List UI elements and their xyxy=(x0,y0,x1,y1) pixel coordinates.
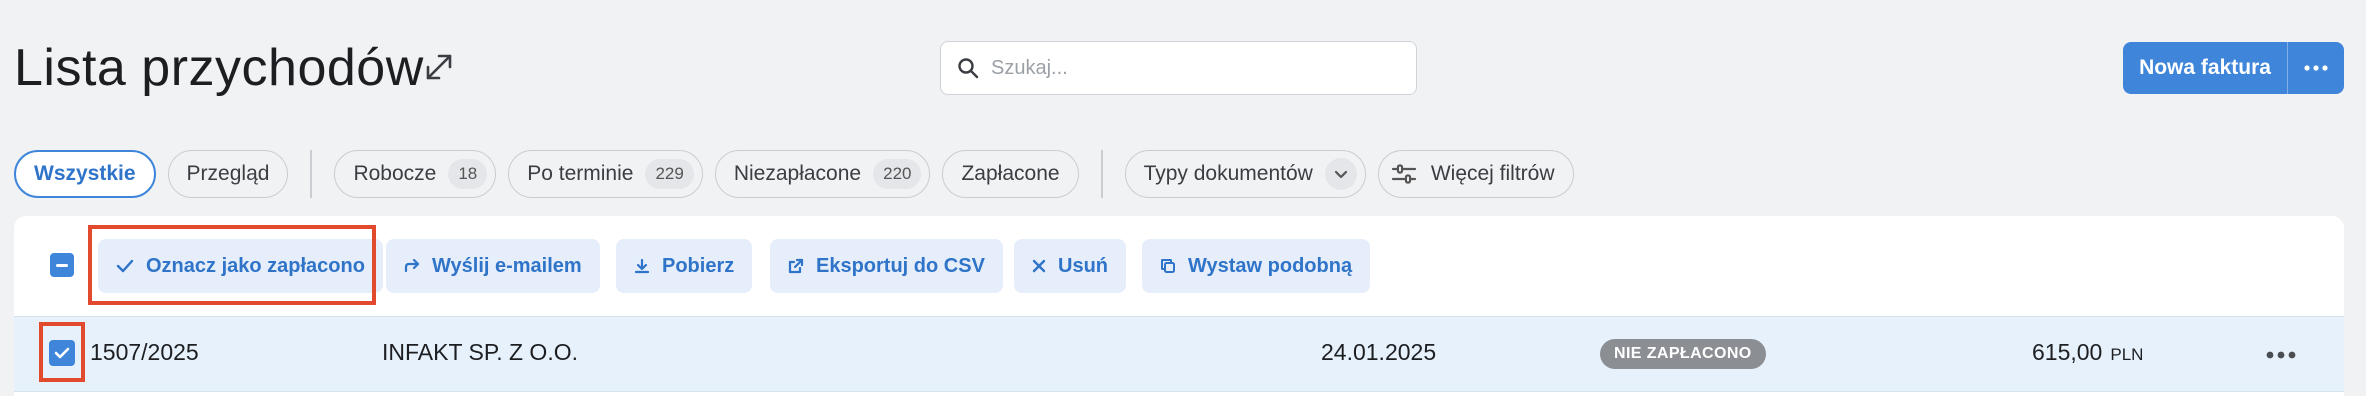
close-icon xyxy=(1032,259,1046,273)
filter-bar: Wszystkie Przegląd Robocze 18 Po termini… xyxy=(14,150,1586,198)
filter-label: Robocze xyxy=(353,162,437,185)
action-label: Wystaw podobną xyxy=(1188,254,1353,277)
page-title: Lista przychodów xyxy=(14,39,424,97)
copy-icon xyxy=(1161,259,1175,273)
search-field[interactable] xyxy=(940,41,1417,95)
action-label: Eksportuj do CSV xyxy=(816,254,985,277)
send-email-button[interactable]: Wyślij e-mailem xyxy=(386,239,600,293)
action-label: Usuń xyxy=(1058,254,1108,277)
chevron-down-icon xyxy=(1324,158,1357,190)
search-icon xyxy=(958,58,979,79)
filter-label: Wszystkie xyxy=(34,162,136,185)
filter-label: Niezapłacone xyxy=(733,162,862,185)
filter-unpaid[interactable]: Niezapłacone 220 xyxy=(714,150,931,198)
filter-count: 220 xyxy=(873,159,922,189)
invoice-number[interactable]: 1507/2025 xyxy=(90,339,199,366)
export-csv-button[interactable]: Eksportuj do CSV xyxy=(770,239,1003,293)
highlight-box xyxy=(39,322,85,382)
filter-label: Po terminie xyxy=(527,162,634,185)
new-invoice-more-button[interactable] xyxy=(2288,42,2344,94)
filter-label: Typy dokumentów xyxy=(1143,162,1313,185)
more-dots-icon xyxy=(2266,351,2296,359)
new-invoice-split-button: Nowa faktura xyxy=(2123,42,2344,94)
amount-value: 615,00 xyxy=(2032,339,2103,365)
issue-date: 24.01.2025 xyxy=(1321,339,1437,365)
action-label: Pobierz xyxy=(662,254,735,277)
row-menu-button[interactable] xyxy=(2266,346,2296,360)
filter-more-filters[interactable]: Więcej filtrów xyxy=(1377,150,1574,198)
filter-overdue[interactable]: Po terminie 229 xyxy=(508,150,703,198)
expand-arrows-icon[interactable] xyxy=(422,50,456,84)
divider xyxy=(310,150,313,198)
filter-drafts[interactable]: Robocze 18 xyxy=(334,150,497,198)
export-icon xyxy=(788,258,804,274)
filter-count: 229 xyxy=(645,159,694,189)
highlight-box xyxy=(88,225,376,305)
filter-overview[interactable]: Przegląd xyxy=(167,150,289,198)
sliders-icon xyxy=(1391,164,1416,184)
filter-label: Zapłacone xyxy=(961,162,1060,185)
download-button[interactable]: Pobierz xyxy=(616,239,753,293)
new-invoice-button[interactable]: Nowa faktura xyxy=(2123,42,2288,94)
filter-all[interactable]: Wszystkie xyxy=(14,150,156,198)
client-name: INFAKT SP. Z O.O. xyxy=(382,339,578,365)
search-input[interactable] xyxy=(991,56,1391,80)
select-all-checkbox[interactable] xyxy=(50,253,74,277)
filter-label: Więcej filtrów xyxy=(1430,162,1555,185)
filter-document-types[interactable]: Typy dokumentów xyxy=(1124,150,1366,198)
amount: 615,00 PLN xyxy=(2032,339,2143,366)
issue-similar-button[interactable]: Wystaw podobną xyxy=(1142,239,1371,293)
table-row[interactable] xyxy=(14,316,2344,392)
indeterminate-icon xyxy=(56,263,68,267)
currency: PLN xyxy=(2110,345,2144,364)
filter-label: Przegląd xyxy=(186,162,270,185)
download-icon xyxy=(634,258,650,274)
action-label: Wyślij e-mailem xyxy=(432,254,582,277)
forward-icon xyxy=(404,259,420,273)
more-dots-icon xyxy=(2304,65,2328,71)
divider xyxy=(1100,150,1103,198)
status-badge: NIE ZAPŁACONO xyxy=(1600,339,1766,369)
delete-button[interactable]: Usuń xyxy=(1014,239,1126,293)
filter-paid[interactable]: Zapłacone xyxy=(942,150,1079,198)
filter-count: 18 xyxy=(448,159,488,189)
